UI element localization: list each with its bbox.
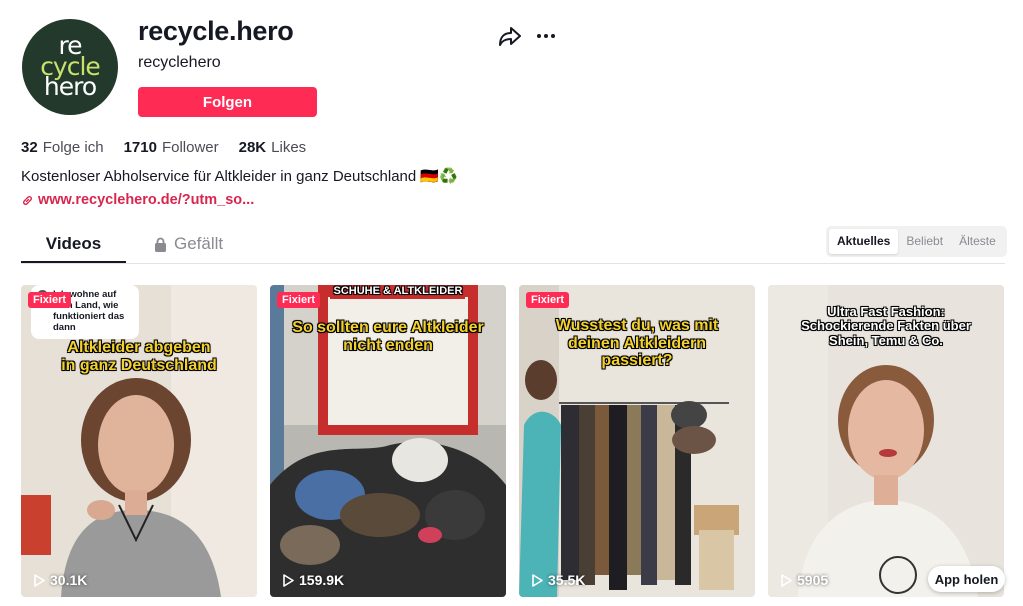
pinned-badge: Fixiert bbox=[28, 292, 72, 308]
sort-oldest[interactable]: Älteste bbox=[951, 229, 1004, 254]
lock-icon bbox=[155, 237, 166, 252]
video-card[interactable]: Fixiert Wusstest du, was mit deinen Altk… bbox=[519, 285, 755, 597]
caption-line: Schockierende Fakten über bbox=[801, 318, 971, 334]
stat-likes-value: 28K bbox=[238, 139, 267, 156]
link-icon bbox=[23, 195, 32, 205]
stat-followers-value: 1710 bbox=[123, 139, 157, 156]
caption-line: passiert? bbox=[601, 352, 673, 370]
view-count-value: 5905 bbox=[797, 572, 829, 588]
stat-followers[interactable]: 1710 Follower bbox=[124, 139, 219, 156]
stat-followers-label: Follower bbox=[161, 139, 219, 156]
video-caption: Ultra Fast Fashion: Schockierende Fakten… bbox=[768, 304, 1004, 348]
play-icon bbox=[34, 573, 45, 587]
view-count: 159.9K bbox=[283, 572, 344, 588]
get-app-button[interactable]: App holen bbox=[928, 566, 1005, 592]
view-count-value: 159.9K bbox=[299, 572, 345, 588]
profile-username: recycle.hero bbox=[138, 16, 294, 46]
stat-following-value: 32 bbox=[21, 139, 38, 156]
tab-active-indicator bbox=[21, 261, 126, 263]
view-count: 35.5K bbox=[532, 572, 585, 588]
profile-bio: Kostenloser Abholservice für Altkleider … bbox=[21, 168, 458, 185]
play-icon bbox=[781, 573, 792, 587]
caption-line: So sollten eure Altkleider bbox=[292, 319, 484, 336]
tab-liked-label: Gefällt bbox=[174, 234, 224, 253]
video-caption: Wusstest du, was mit deinen Altkleidern … bbox=[519, 317, 755, 370]
stat-likes-label: Likes bbox=[271, 139, 307, 156]
play-icon bbox=[283, 573, 294, 587]
video-caption: Altkleider abgeben in ganz Deutschland bbox=[21, 339, 257, 374]
caption-line: Ultra Fast Fashion: bbox=[827, 304, 945, 319]
stat-following-label: Folge ich bbox=[42, 139, 104, 156]
view-count: 5905 bbox=[781, 572, 828, 588]
caption-line: Altkleider abgeben bbox=[67, 339, 211, 356]
stat-likes: 28K Likes bbox=[239, 139, 307, 156]
avatar-text-hero: hero bbox=[43, 72, 97, 102]
play-icon bbox=[532, 573, 543, 587]
sort-latest[interactable]: Aktuelles bbox=[829, 229, 899, 254]
pinned-badge: Fixiert bbox=[277, 292, 321, 308]
caption-line: nicht enden bbox=[343, 336, 433, 354]
view-count-value: 30.1K bbox=[50, 572, 88, 588]
video-card[interactable]: Fixiert Ich wohne auf dem Land, wie funk… bbox=[21, 285, 257, 597]
sort-popular[interactable]: Beliebt bbox=[898, 229, 951, 254]
pinned-badge: Fixiert bbox=[526, 292, 570, 308]
caption-line: deinen Altkleidern bbox=[567, 334, 707, 352]
view-count: 30.1K bbox=[34, 572, 87, 588]
more-dots-icon[interactable] bbox=[535, 25, 557, 47]
share-arrow-icon[interactable] bbox=[498, 25, 522, 47]
profile-link-text: www.recyclehero.de/?utm_so... bbox=[38, 192, 255, 208]
caption-line: Wusstest du, was mit bbox=[555, 317, 719, 334]
caption-line: in ganz Deutschland bbox=[61, 356, 217, 374]
profile-stats: 32 Folge ich 1710 Follower 28K Likes bbox=[21, 139, 306, 156]
profile-avatar[interactable]: re cycle hero bbox=[22, 19, 118, 115]
sort-toggle: Aktuelles Beliebt Älteste bbox=[826, 226, 1007, 257]
profile-nickname: recyclehero bbox=[138, 54, 221, 71]
follow-button[interactable]: Folgen bbox=[138, 87, 317, 117]
tab-videos[interactable]: Videos bbox=[21, 234, 126, 254]
sign-text: SCHUHE & ALTKLEIDER bbox=[333, 285, 463, 297]
stat-following[interactable]: 32 Folge ich bbox=[21, 139, 104, 156]
tab-liked[interactable]: Gefällt bbox=[154, 234, 223, 254]
video-card[interactable]: SCHUHE & ALTKLEIDER Fixiert So sollten e… bbox=[270, 285, 506, 597]
video-caption: So sollten eure Altkleider nicht enden bbox=[270, 319, 506, 354]
profile-link[interactable]: www.recyclehero.de/?utm_so... bbox=[21, 192, 254, 208]
view-count-value: 35.5K bbox=[548, 572, 586, 588]
video-card[interactable]: Ultra Fast Fashion: Schockierende Fakten… bbox=[768, 285, 1004, 597]
caption-line: Shein, Temu & Co. bbox=[829, 332, 943, 348]
